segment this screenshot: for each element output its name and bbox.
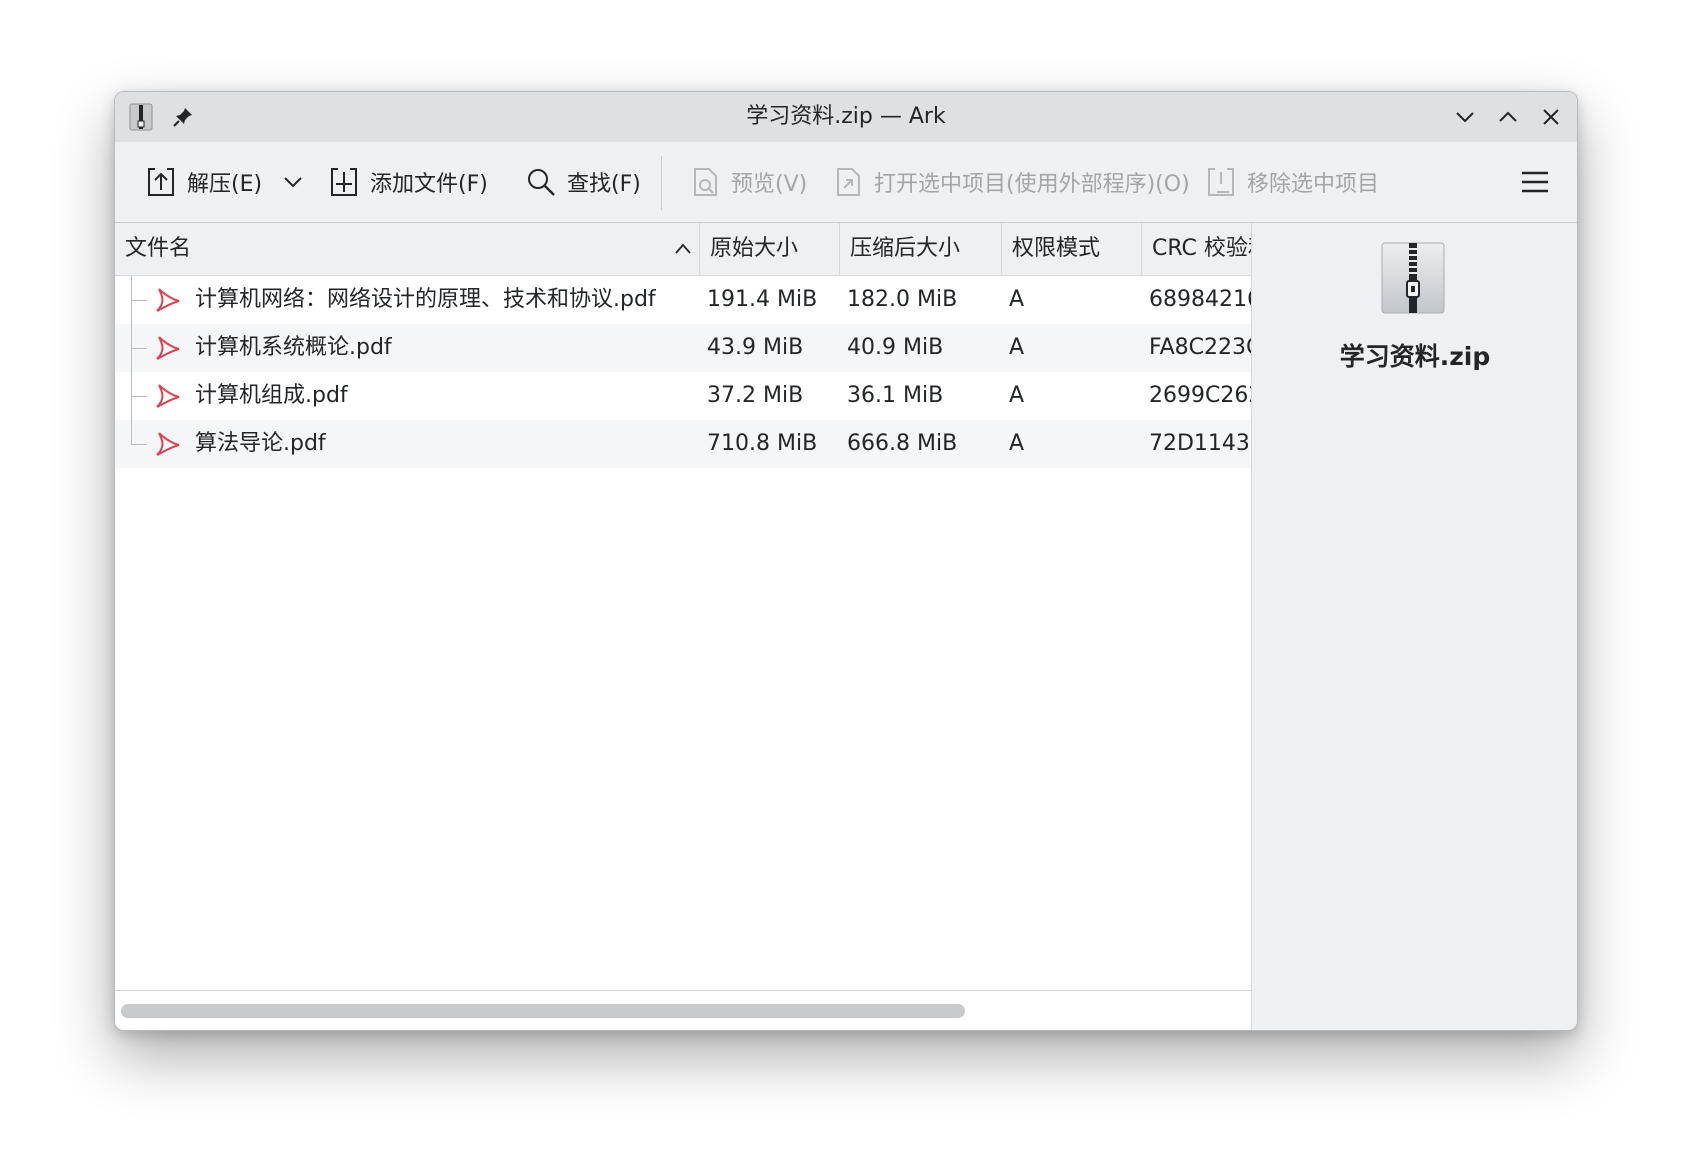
find-label: 查找(F) (567, 172, 641, 197)
pdf-icon (156, 288, 180, 312)
pdf-icon (156, 432, 180, 456)
preview-label: 预览(V) (731, 172, 808, 197)
permission-mode: A (1009, 287, 1025, 312)
crc-checksum: 68984216 (1149, 287, 1261, 312)
tree-branch (131, 348, 147, 349)
extract-label: 解压(E) (187, 172, 263, 197)
add-file-icon (331, 168, 357, 196)
table-row[interactable]: 计算机组成.pdf 37.2 MiB 36.1 MiB A 2699C262 (115, 372, 1262, 420)
tree-line (131, 420, 132, 444)
window-title: 学习资料.zip — Ark (746, 104, 946, 129)
remove-button[interactable]: 移除选中项目 (1205, 142, 1379, 222)
header-crc[interactable]: CRC 校验和 (1142, 223, 1251, 275)
preview-icon (694, 168, 717, 196)
pdf-icon (156, 336, 180, 360)
toolbar-separator (661, 156, 662, 210)
tree-branch (131, 396, 147, 397)
scrollbar-thumb[interactable] (121, 1004, 965, 1018)
table-row[interactable]: 计算机系统概论.pdf 43.9 MiB 40.9 MiB A FA8C223C (115, 324, 1261, 372)
file-name: 计算机网络：网络设计的原理、技术和协议.pdf (195, 287, 656, 312)
zip-archive-icon (1381, 242, 1445, 314)
toolbar: 解压(E) 添加文件(F) 查找(F) 预览(V) 打开选中项目(使用外部程序)… (115, 142, 1577, 223)
open-external-button[interactable]: 打开选中项目(使用外部程序)(O) (832, 142, 1190, 222)
search-icon (528, 169, 555, 196)
original-size: 37.2 MiB (707, 383, 804, 408)
open-with-icon (837, 168, 860, 196)
compressed-size: 666.8 MiB (847, 431, 958, 456)
close-button[interactable] (1539, 105, 1563, 129)
column-header: 文件名 原始大小 压缩后大小 权限模式 CRC 校验和 (115, 223, 1251, 276)
ark-window: 学习资料.zip — Ark 解压(E) 添加文件(F) 查找(F) 预览(V)… (114, 91, 1578, 1031)
minimize-button[interactable] (1453, 105, 1477, 129)
archive-name: 学习资料.zip (1339, 342, 1491, 371)
info-panel: 学习资料.zip (1251, 223, 1577, 1030)
crc-checksum: FA8C223C (1149, 335, 1262, 360)
file-name: 算法导论.pdf (195, 431, 326, 456)
remove-icon (1208, 168, 1234, 196)
pdf-icon (156, 384, 180, 408)
original-size: 710.8 MiB (707, 431, 818, 456)
permission-mode: A (1009, 335, 1025, 360)
header-size[interactable]: 原始大小 (700, 223, 840, 275)
horizontal-scrollbar[interactable] (115, 990, 1251, 1030)
header-compressed[interactable]: 压缩后大小 (840, 223, 1002, 275)
permission-mode: A (1009, 383, 1025, 408)
extract-icon (148, 168, 174, 196)
tree-branch (131, 444, 147, 445)
file-name: 计算机组成.pdf (195, 383, 348, 408)
compressed-size: 40.9 MiB (847, 335, 944, 360)
sort-ascending-chevron-up-icon (675, 243, 691, 254)
file-rows: 计算机网络：网络设计的原理、技术和协议.pdf 191.4 MiB 182.0 … (115, 276, 1264, 468)
find-button[interactable]: 查找(F) (525, 142, 641, 222)
add-files-button[interactable]: 添加文件(F) (328, 142, 488, 222)
preview-button[interactable]: 预览(V) (689, 142, 807, 222)
table-row[interactable]: 算法导论.pdf 710.8 MiB 666.8 MiB A 72D11431 (115, 420, 1264, 468)
open-external-label: 打开选中项目(使用外部程序)(O) (874, 172, 1190, 197)
tree-branch (131, 300, 147, 301)
table-row[interactable]: 计算机网络：网络设计的原理、技术和协议.pdf 191.4 MiB 182.0 … (115, 276, 1261, 324)
crc-checksum: 2699C262 (1149, 383, 1263, 408)
maximize-button[interactable] (1496, 105, 1520, 129)
original-size: 43.9 MiB (707, 335, 804, 360)
header-name[interactable]: 文件名 (115, 223, 700, 275)
file-name: 计算机系统概论.pdf (195, 335, 392, 360)
file-list-view[interactable]: 文件名 原始大小 压缩后大小 权限模式 CRC 校验和 计算机网络：网络设计的原… (115, 223, 1264, 1030)
original-size: 191.4 MiB (707, 287, 818, 312)
extract-dropdown-chevron-down-icon[interactable] (281, 170, 305, 194)
header-mode[interactable]: 权限模式 (1002, 223, 1142, 275)
remove-label: 移除选中项目 (1247, 172, 1380, 197)
crc-checksum: 72D11431 (1149, 431, 1264, 456)
hamburger-menu-icon[interactable] (1519, 166, 1551, 198)
add-files-label: 添加文件(F) (370, 172, 488, 197)
title-bar[interactable]: 学习资料.zip — Ark (115, 92, 1577, 142)
compressed-size: 182.0 MiB (847, 287, 958, 312)
extract-button[interactable]: 解压(E) (145, 142, 262, 222)
compressed-size: 36.1 MiB (847, 383, 944, 408)
permission-mode: A (1009, 431, 1025, 456)
